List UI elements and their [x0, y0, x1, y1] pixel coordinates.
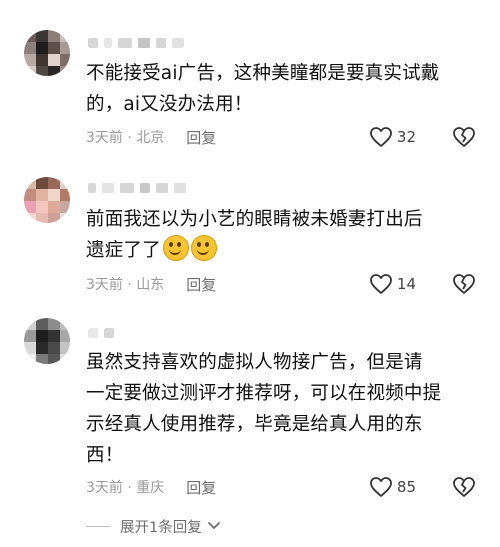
comment-text: 虽然支持喜欢的虚拟人物接广告，但是请 一定要做过测评才推荐呀，可以在视频中提 示经真…	[86, 352, 442, 466]
avatar[interactable]	[24, 177, 70, 223]
username-redacted[interactable]	[88, 326, 114, 340]
dislike-button[interactable]	[452, 126, 476, 148]
divider	[86, 525, 110, 527]
expand-replies-button[interactable]: 展开1条回复	[86, 514, 222, 538]
like-button[interactable]: 32	[369, 126, 416, 148]
avatar[interactable]	[24, 30, 70, 76]
comment-text: 前面我还以为小艺的眼睛被未婚妻打出后 遗症了了	[86, 209, 423, 261]
reply-button[interactable]: 回复	[186, 127, 216, 148]
comment-time-location: 3天前 · 北京	[86, 130, 165, 146]
expand-replies-label: 展开1条回复	[120, 519, 202, 536]
grinning-face-emoji-icon	[162, 235, 189, 261]
reply-button[interactable]: 回复	[186, 477, 216, 498]
heart-outline-icon	[370, 274, 392, 294]
avatar[interactable]	[24, 318, 70, 364]
comment-meta: 3天前 · 山东 回复 14	[86, 272, 476, 296]
like-count: 32	[396, 128, 416, 146]
broken-heart-icon	[453, 477, 475, 497]
like-button[interactable]: 85	[369, 476, 416, 498]
dislike-button[interactable]	[452, 273, 476, 295]
username-redacted[interactable]	[88, 181, 186, 195]
heart-outline-icon	[370, 127, 392, 147]
dislike-button[interactable]	[452, 476, 476, 498]
reply-button[interactable]: 回复	[186, 274, 216, 295]
chevron-down-icon	[207, 522, 220, 529]
username-redacted[interactable]	[88, 36, 184, 50]
broken-heart-icon	[453, 127, 475, 147]
like-count: 85	[396, 478, 416, 496]
comment-text: 不能接受ai广告，这种美瞳都是要真实试戴 的，ai又没办法用！	[86, 63, 440, 115]
heart-outline-icon	[370, 477, 392, 497]
broken-heart-icon	[453, 274, 475, 294]
comment-time-location: 3天前 · 山东	[86, 277, 165, 293]
like-count: 14	[396, 275, 416, 293]
like-button[interactable]: 14	[369, 273, 416, 295]
comment-time-location: 3天前 · 重庆	[86, 480, 165, 496]
comment-meta: 3天前 · 北京 回复 32	[86, 125, 476, 149]
comment-meta: 3天前 · 重庆 回复 85	[86, 475, 476, 499]
grinning-face-emoji-icon	[190, 235, 217, 261]
